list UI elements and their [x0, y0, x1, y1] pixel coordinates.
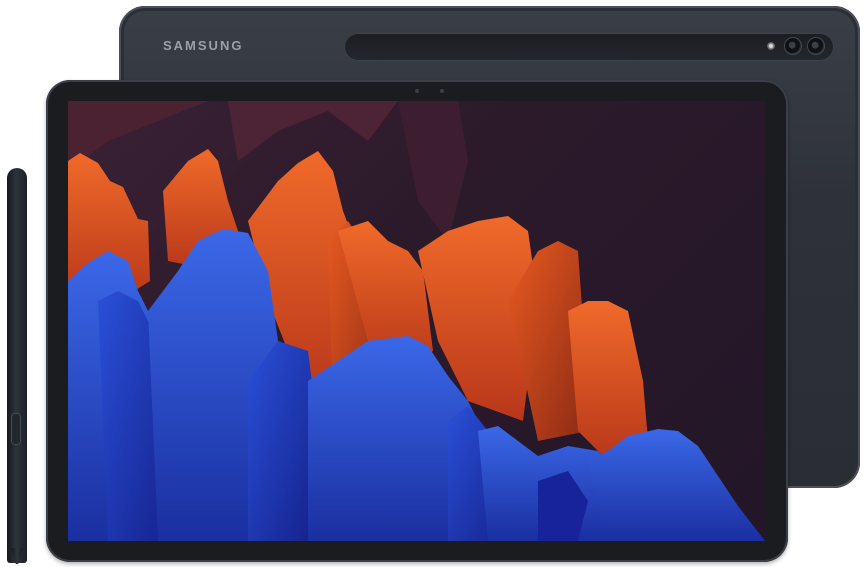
- flash-icon: [767, 42, 775, 50]
- blue-peaks: [248, 341, 318, 541]
- camera-lens-icon: [785, 38, 801, 54]
- s-pen-button: [11, 413, 21, 445]
- shadow-peaks: [228, 101, 398, 161]
- front-sensor-icon: [440, 89, 444, 93]
- wallpaper: [68, 101, 765, 541]
- camera-bar: [344, 33, 834, 61]
- shadow-peaks: [398, 101, 468, 241]
- camera-lens-icon: [808, 38, 824, 54]
- s-pen-icon: [7, 168, 27, 563]
- brand-logo: SAMSUNG: [163, 38, 244, 53]
- tablet-screen: [68, 101, 765, 541]
- front-camera-icon: [415, 89, 419, 93]
